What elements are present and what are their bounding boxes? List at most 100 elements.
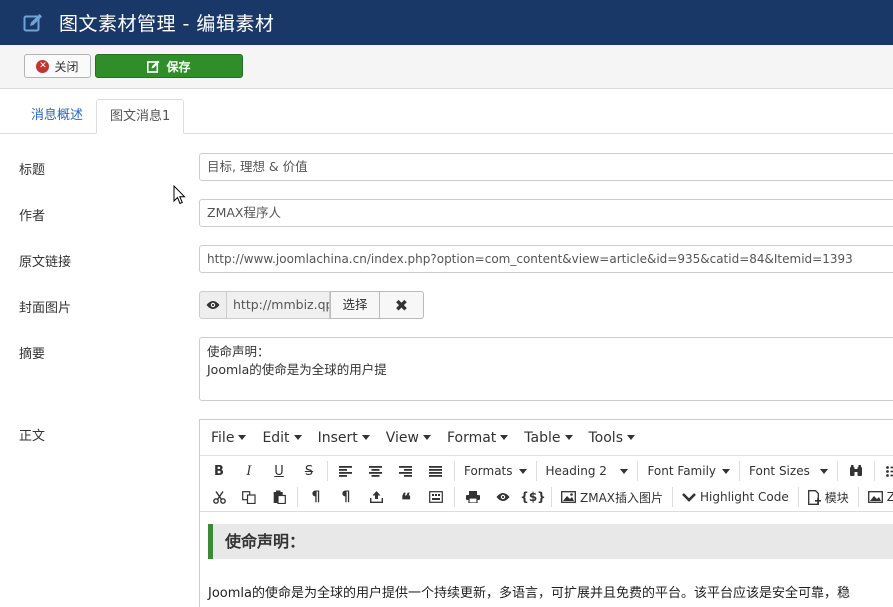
menu-file[interactable]: File — [211, 429, 247, 446]
save-button[interactable]: 保存 — [95, 54, 243, 78]
close-icon: ✕ — [36, 59, 50, 73]
summary-label: 摘要 — [19, 347, 46, 362]
formats-dropdown-label: Formats — [463, 464, 513, 478]
menu-insert[interactable]: Insert — [318, 430, 370, 446]
page-header: 图文素材管理 - 编辑素材 — [0, 0, 893, 45]
toolbar-separator — [797, 487, 799, 507]
edit-icon — [23, 13, 43, 33]
highlight-code-button[interactable]: Highlight Code — [676, 490, 795, 504]
paste-icon[interactable] — [264, 485, 294, 509]
tab-article-1[interactable]: 图文消息1 — [96, 99, 185, 134]
page-title: 图文素材管理 - 编辑素材 — [59, 13, 275, 35]
close-button-label: 关闭 — [54, 59, 79, 74]
bold-icon[interactable]: B — [204, 459, 234, 483]
content-paragraph: Joomla的使命是为全球的用户提供一个持续更新，多语言，可扩展并且免费的平台。… — [208, 586, 850, 601]
italic-icon[interactable]: I — [234, 459, 264, 483]
find-replace-binoculars-icon[interactable] — [841, 459, 871, 483]
source-link-input[interactable]: http://www.joomlachina.cn/index.php?opti… — [199, 245, 893, 273]
image-icon — [867, 491, 883, 503]
rtl-paragraph-icon[interactable]: ¶ — [331, 485, 361, 509]
toolbar-separator — [672, 487, 674, 507]
toolbar-separator — [739, 461, 740, 481]
insert-module-button[interactable]: 模块 — [802, 489, 855, 506]
zmax-extra-label: Z — [886, 490, 893, 504]
editor-menubar: File Edit Insert View Format Table Tools — [200, 420, 893, 456]
cover-url-input[interactable]: http://mmbiz.qp — [227, 291, 330, 319]
bullet-list-icon[interactable] — [878, 459, 893, 483]
author-input[interactable]: ZMAX程序人 — [199, 199, 893, 227]
blockquote-icon[interactable]: ❝ — [391, 485, 421, 511]
cover-select-button[interactable]: 选择 — [330, 291, 380, 319]
toolbar-separator — [327, 461, 328, 481]
zmax-insert-image-label: ZMAX插入图片 — [580, 490, 664, 505]
special-chars-keyboard-icon[interactable] — [421, 485, 451, 509]
menu-table-label: Table — [524, 429, 561, 446]
close-button[interactable]: ✕ 关闭 — [24, 54, 91, 78]
menu-edit-label: Edit — [262, 429, 290, 446]
zmax-insert-image-button[interactable]: ZMAX插入图片 — [555, 489, 669, 506]
ltr-paragraph-icon[interactable]: ¶ — [301, 485, 331, 509]
summary-line: 使命声明： — [207, 344, 270, 359]
editor-toolbar-row-2: ¶ ¶ ❝ {$} ZMAX插入图片 Highlight Code 模块 Z — [200, 484, 893, 511]
menu-view[interactable]: View — [386, 430, 431, 446]
tab-bar: 消息概述 图文消息1 — [18, 99, 185, 134]
content-heading: 使命声明： — [208, 524, 893, 559]
clear-x-icon: ✖ — [394, 295, 409, 315]
tab-overview[interactable]: 消息概述 — [18, 99, 96, 134]
insert-module-label: 模块 — [824, 490, 849, 505]
menu-file-label: File — [211, 429, 235, 446]
caret-down-icon — [238, 435, 247, 440]
title-label: 标题 — [19, 163, 46, 178]
menu-format-label: Format — [446, 429, 497, 446]
heading-dropdown[interactable]: Heading 2 — [540, 464, 635, 478]
toolbar-separator — [535, 461, 537, 481]
edit-icon — [147, 60, 160, 73]
strikethrough-icon[interactable]: S — [294, 459, 324, 483]
author-label: 作者 — [19, 209, 46, 224]
formats-dropdown[interactable]: Formats — [458, 464, 533, 478]
toolbar-separator — [297, 487, 298, 507]
print-icon[interactable] — [458, 485, 488, 509]
menu-view-label: View — [385, 429, 419, 446]
preview-eye-icon[interactable] — [488, 485, 518, 509]
caret-down-icon — [422, 435, 431, 440]
editor-content-area[interactable]: 使命声明： Joomla的使命是为全球的用户提供一个持续更新，多语言，可扩展并且… — [200, 511, 893, 607]
font-sizes-dropdown[interactable]: Font Sizes — [743, 464, 834, 478]
caret-down-icon — [722, 468, 731, 474]
zmax-extra-button[interactable]: Z — [862, 490, 893, 504]
align-center-icon[interactable] — [361, 459, 391, 483]
title-input[interactable]: 目标, 理想 & 价值 — [199, 153, 893, 181]
cover-label: 封面图片 — [19, 301, 72, 316]
summary-line: Joomla的使命是为全球的用户提 — [207, 362, 387, 377]
copy-icon[interactable] — [234, 485, 264, 509]
cover-image-picker: http://mmbiz.qp 选择 ✖ — [199, 291, 424, 319]
underline-icon[interactable]: U — [264, 459, 294, 483]
font-family-dropdown-label: Font Family — [647, 464, 717, 478]
align-right-icon[interactable] — [391, 459, 421, 483]
caret-down-icon — [564, 435, 573, 440]
save-button-label: 保存 — [166, 59, 191, 74]
preview-eye-icon[interactable] — [199, 291, 227, 319]
menu-tools[interactable]: Tools — [589, 430, 635, 446]
font-family-dropdown[interactable]: Font Family — [641, 464, 736, 478]
source-code-icon[interactable]: {$} — [518, 485, 548, 509]
upload-icon[interactable] — [361, 485, 391, 509]
caret-down-icon — [518, 468, 527, 474]
cover-clear-button[interactable]: ✖ — [380, 291, 424, 319]
menu-edit[interactable]: Edit — [262, 429, 302, 446]
cut-icon[interactable] — [204, 485, 234, 509]
menu-insert-label: Insert — [317, 429, 358, 446]
chevron-down-icon — [682, 493, 696, 502]
caret-down-icon — [620, 468, 629, 474]
summary-textarea[interactable]: 使命声明： Joomla的使命是为全球的用户提 — [199, 337, 893, 401]
menu-table[interactable]: Table — [524, 429, 573, 446]
caret-down-icon — [627, 435, 635, 440]
align-left-icon[interactable] — [331, 459, 361, 483]
toolbar-separator — [637, 461, 639, 481]
align-justify-icon[interactable] — [421, 459, 451, 483]
mouse-cursor-icon — [173, 184, 187, 205]
toolbar-separator — [454, 487, 455, 507]
editor-toolbar-row-1: B I U S Formats Heading 2 Font Family Fo… — [200, 458, 893, 484]
menu-format[interactable]: Format — [446, 429, 509, 446]
image-icon — [561, 491, 576, 503]
